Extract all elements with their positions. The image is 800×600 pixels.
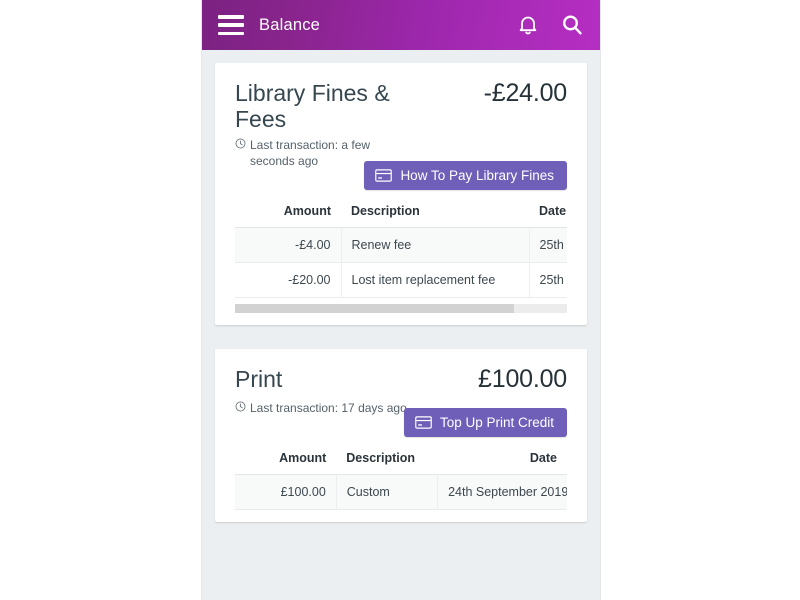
table-head: Amount Description Date: [235, 451, 567, 475]
cell-date: 25th September 2019,: [529, 262, 567, 299]
content-area: Library Fines & Fees -£24.00 Last transa…: [202, 50, 600, 600]
how-to-pay-library-fines-button[interactable]: How To Pay Library Fines: [364, 161, 567, 191]
button-label: How To Pay Library Fines: [400, 168, 554, 184]
transactions-table: Amount Description Date -£4.00 Renew fee…: [235, 204, 567, 299]
column-header-amount: Amount: [283, 204, 331, 219]
table-body: -£4.00 Renew fee 25th September 2019, -£…: [235, 227, 567, 299]
cell-description: Custom: [336, 474, 439, 511]
cell-amount: -£4.00: [235, 227, 342, 264]
table-head: Amount Description Date: [235, 204, 567, 228]
card-title: Print: [235, 366, 283, 393]
balance-card-print: Print £100.00 Last transaction: 17 days …: [215, 349, 587, 523]
page-title: Balance: [259, 15, 321, 34]
card-last-transaction-text: Last transaction: 17 days ago: [250, 401, 407, 416]
card-header: Library Fines & Fees -£24.00: [235, 79, 568, 133]
transactions-table-wrapper: Amount Description Date -£4.00 Renew fee…: [235, 204, 567, 314]
table-header-row: Amount Description Date: [235, 204, 567, 228]
hamburger-bar: [218, 23, 244, 27]
transactions-table: Amount Description Date £100.00 Custom 2…: [235, 451, 567, 511]
card-balance-amount: £100.00: [478, 365, 567, 394]
app-header: Balance: [202, 0, 600, 50]
horizontal-scrollbar[interactable]: [235, 304, 567, 314]
credit-card-icon: [375, 169, 393, 182]
credit-card-icon: [415, 416, 432, 430]
table-row: -£4.00 Renew fee 25th September 2019,: [235, 227, 567, 264]
transactions-table-scroller[interactable]: Amount Description Date -£4.00 Renew fee…: [235, 204, 567, 299]
card-balance-amount: -£24.00: [483, 79, 568, 107]
clock-icon: [235, 401, 246, 412]
table-row: -£20.00 Lost item replacement fee 25th S…: [235, 262, 567, 299]
mobile-app-viewport: Balance Library Fines & Fees -£24.00 Las…: [202, 0, 600, 600]
column-header-description: Description: [351, 204, 420, 219]
cell-date: 24th September 2019, 16:36: [437, 474, 567, 511]
card-title: Library Fines & Fees: [235, 80, 390, 133]
table-body: £100.00 Custom 24th September 2019, 16:3…: [235, 474, 567, 511]
header-actions: [516, 13, 584, 37]
search-icon[interactable]: [560, 13, 584, 37]
page-frame: Balance Library Fines & Fees -£24.00 Las…: [0, 0, 800, 600]
table-row: £100.00 Custom 24th September 2019, 16:3…: [235, 474, 567, 511]
table-header-row: Amount Description Date: [235, 451, 567, 475]
hamburger-menu-icon[interactable]: [218, 15, 244, 35]
button-label: Top Up Print Credit: [439, 415, 554, 431]
cell-amount: £100.00: [235, 474, 337, 511]
cell-description: Lost item replacement fee: [341, 262, 530, 299]
column-header-date: Date: [529, 451, 557, 466]
hamburger-bar: [218, 15, 244, 19]
cell-description: Renew fee: [341, 227, 530, 264]
transactions-table-wrapper: Amount Description Date £100.00 Custom 2…: [235, 451, 567, 511]
balance-card-library-fines: Library Fines & Fees -£24.00 Last transa…: [215, 63, 587, 326]
hamburger-bar: [218, 31, 244, 35]
column-header-amount: Amount: [279, 451, 327, 466]
column-header-description: Description: [346, 451, 416, 466]
card-header: Print £100.00: [235, 365, 567, 396]
cell-amount: -£20.00: [235, 262, 342, 299]
card-last-transaction: Last transaction: 17 days ago: [235, 400, 415, 416]
bell-icon[interactable]: [516, 13, 540, 37]
clock-icon: [235, 138, 246, 149]
scrollbar-thumb[interactable]: [235, 304, 514, 314]
top-up-print-credit-button[interactable]: Top Up Print Credit: [403, 408, 567, 438]
column-header-date: Date: [539, 204, 567, 219]
cell-date: 25th September 2019,: [529, 227, 567, 264]
